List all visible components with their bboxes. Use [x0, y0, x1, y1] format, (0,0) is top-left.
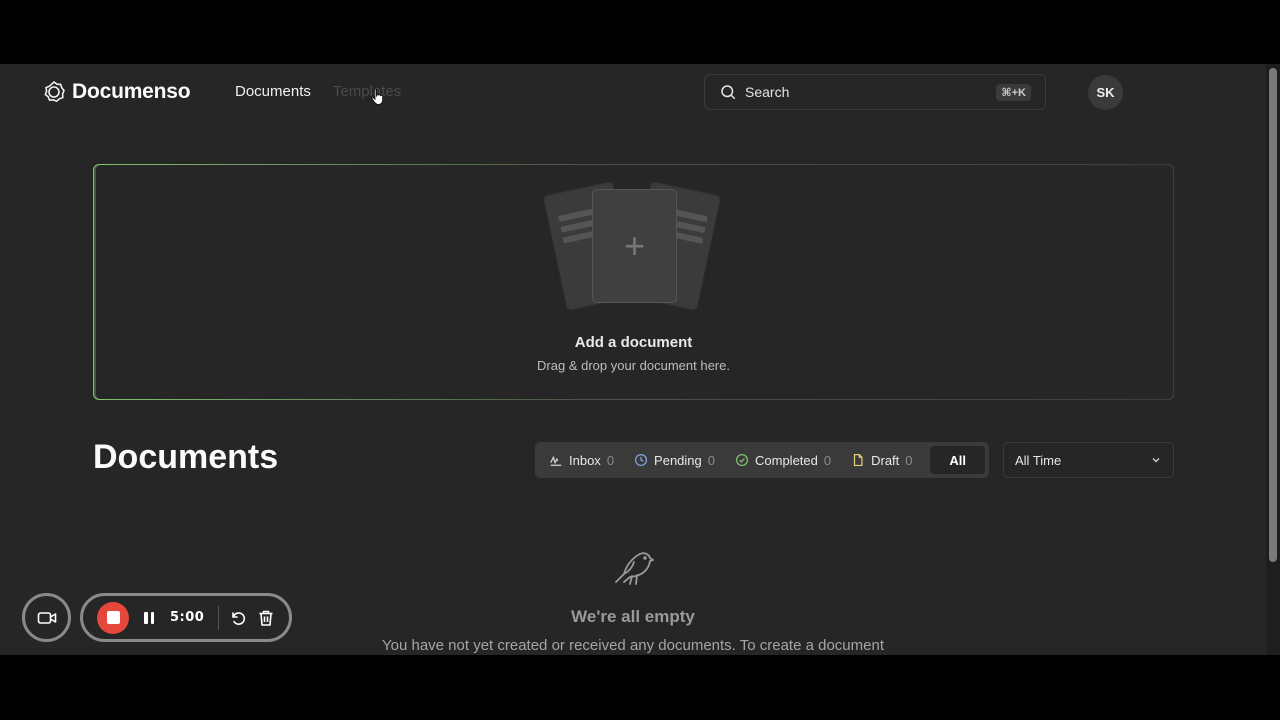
camera-toggle-button[interactable] [22, 593, 71, 642]
plus-icon: + [623, 225, 646, 266]
brand-logo[interactable]: Documenso [42, 80, 191, 104]
search-button[interactable]: Search ⌘+K [704, 74, 1046, 110]
documenso-logo-icon [44, 80, 65, 103]
app-window: Documenso Documents Templates Search ⌘+K… [0, 64, 1280, 655]
search-icon [721, 85, 736, 100]
dropzone-title: Add a document [574, 334, 693, 351]
search-shortcut-badge: ⌘+K [996, 83, 1031, 101]
status-tabs: Inbox 0 Pending 0 Completed 0 Draft 0 Al… [535, 442, 989, 478]
trash-icon[interactable] [257, 609, 275, 627]
video-camera-icon [37, 611, 56, 624]
mouse-cursor-icon [371, 88, 383, 105]
chevron-down-icon [1152, 458, 1160, 463]
tab-inbox[interactable]: Inbox 0 [539, 446, 624, 474]
tab-label: All [949, 452, 966, 468]
nav-templates[interactable]: Templates [333, 83, 401, 100]
search-label: Search [745, 84, 790, 100]
tab-label: Pending [654, 452, 702, 468]
top-header: Documenso Documents Templates Search ⌘+K… [0, 64, 1266, 120]
tab-pending[interactable]: Pending 0 [624, 446, 725, 474]
brand-name: Documenso [72, 80, 191, 103]
tab-count: 0 [905, 452, 913, 468]
stop-icon [106, 611, 120, 624]
page-title: Documents [93, 438, 279, 476]
user-avatar[interactable]: SK [1088, 75, 1123, 110]
document-dropzone[interactable]: + Add a document Drag & drop your docume… [93, 164, 1174, 400]
dropzone-subtitle: Drag & drop your document here. [537, 358, 730, 373]
recording-timer: 5:00 [170, 610, 205, 625]
document-stack-illustration: + [540, 179, 730, 313]
bird-icon [615, 552, 654, 585]
file-icon [853, 453, 863, 467]
divider [218, 605, 220, 630]
clock-icon [635, 453, 648, 467]
period-select-value: All Time [1015, 452, 1062, 468]
vertical-scrollbar[interactable] [1266, 64, 1280, 655]
stop-recording-button[interactable] [97, 601, 129, 634]
tab-count: 0 [707, 452, 715, 468]
tab-all[interactable]: All [930, 446, 985, 474]
signature-icon [550, 455, 562, 466]
tab-completed[interactable]: Completed 0 [725, 446, 841, 474]
recording-controls: 5:00 [80, 593, 292, 642]
tab-draft[interactable]: Draft 0 [841, 446, 922, 474]
restart-icon[interactable] [229, 609, 247, 627]
tab-label: Draft [871, 452, 900, 468]
nav-documents[interactable]: Documents [235, 83, 311, 100]
period-select[interactable]: All Time [1003, 442, 1174, 478]
tab-count: 0 [606, 452, 615, 468]
document-card-icon: + [592, 189, 677, 303]
tab-label: Inbox [569, 452, 601, 468]
check-circle-icon [735, 453, 749, 467]
scrollbar-thumb[interactable] [1269, 68, 1277, 562]
tab-count: 0 [823, 452, 832, 468]
tab-label: Completed [755, 452, 818, 468]
pause-recording-button[interactable] [141, 610, 157, 626]
